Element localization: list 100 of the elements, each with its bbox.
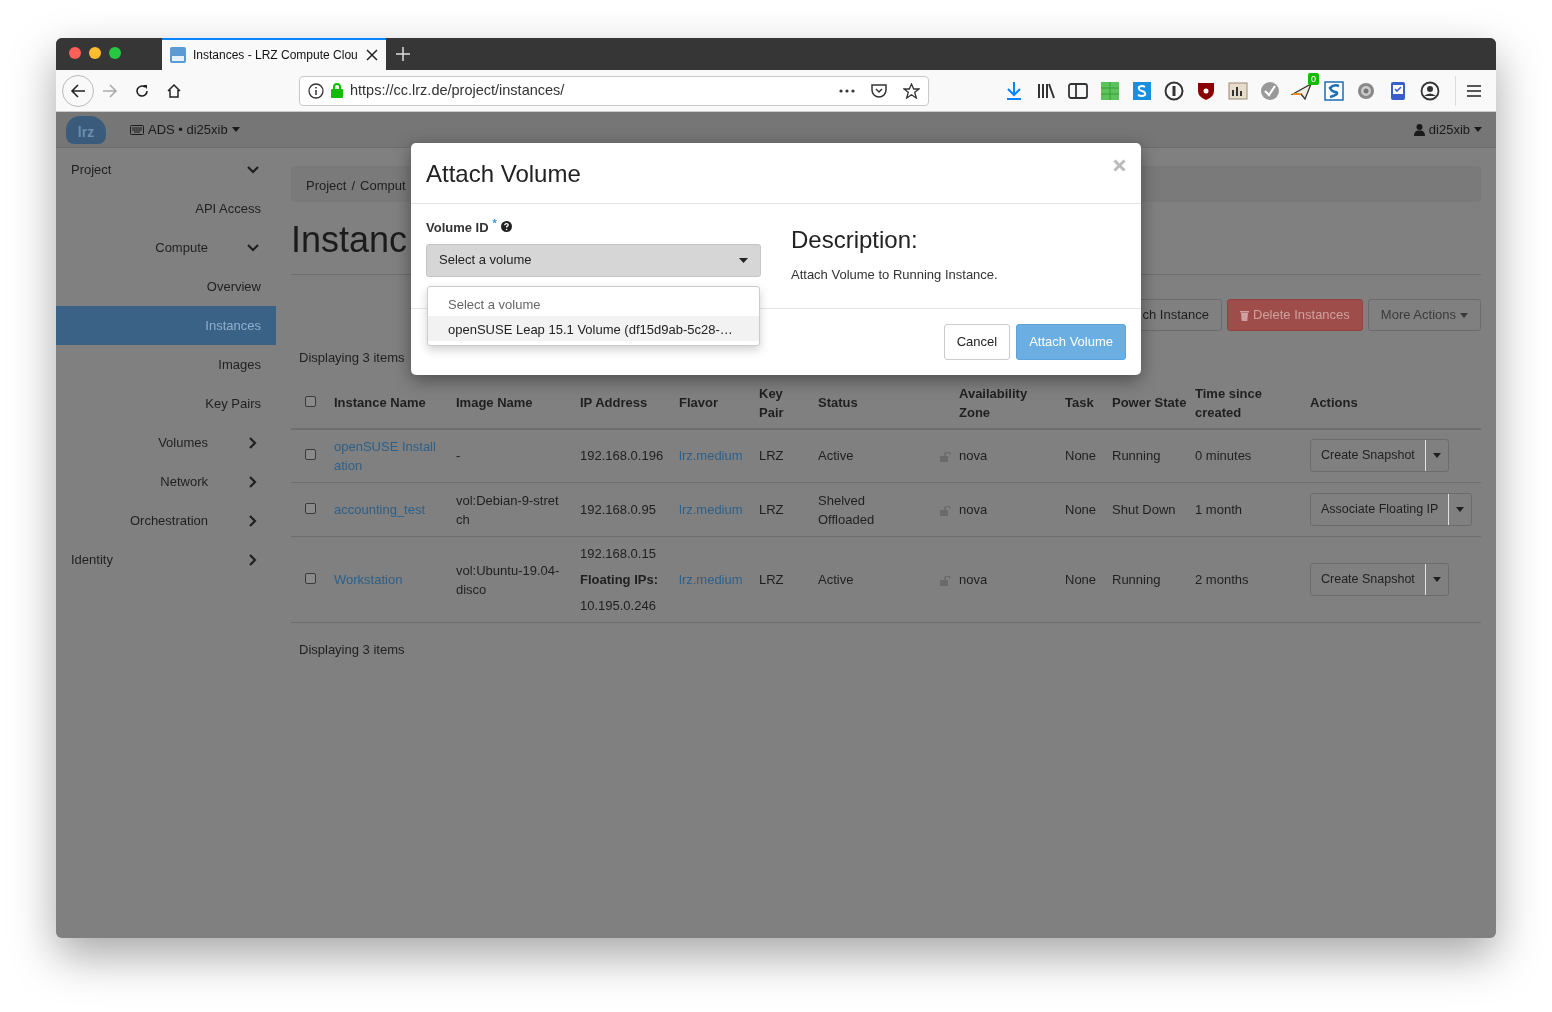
- modal-title: Attach Volume: [426, 159, 581, 189]
- column-header[interactable]: Flavor: [679, 393, 751, 412]
- sidebar-item[interactable]: Key Pairs: [205, 393, 261, 414]
- info-icon[interactable]: [308, 82, 324, 99]
- column-header[interactable]: IP Address: [580, 393, 671, 412]
- account-icon[interactable]: [1419, 79, 1441, 102]
- column-header[interactable]: Power State: [1112, 393, 1187, 412]
- table-cell-text: -: [456, 447, 462, 466]
- tab-title: Instances - LRZ Compute Clou: [193, 47, 358, 64]
- sidebar-item[interactable]: Identity: [71, 549, 113, 570]
- star-icon[interactable]: [903, 82, 920, 99]
- checkbox[interactable]: [305, 573, 316, 584]
- field-label: Volume ID: [426, 219, 489, 237]
- table-cell: nova: [959, 448, 988, 464]
- sidebar-item[interactable]: Compute: [155, 237, 208, 258]
- item-count: Displaying 3 items: [299, 641, 405, 659]
- column-header[interactable]: Time since created: [1195, 383, 1302, 422]
- window-control-icon[interactable]: [89, 47, 101, 59]
- trash-icon: [1240, 309, 1249, 321]
- pocket-icon[interactable]: [871, 82, 887, 99]
- more-icon[interactable]: [839, 88, 855, 93]
- key-circle-icon[interactable]: [1163, 79, 1185, 102]
- caret-icon: [1474, 127, 1482, 132]
- user-menu[interactable]: di25xib: [1413, 119, 1482, 140]
- table-cell: None: [1065, 502, 1097, 517]
- table-cell: None: [1065, 448, 1097, 464]
- table-cell: LRZ: [759, 572, 784, 587]
- chevron-right-icon[interactable]: [249, 514, 257, 527]
- table-cell-text: vol:Debian-9-stret ch: [456, 491, 560, 529]
- reload-icon[interactable]: [134, 82, 150, 99]
- close-icon[interactable]: [366, 49, 378, 61]
- checkbox[interactable]: [305, 396, 316, 407]
- dropdown-option[interactable]: openSUSE Leap 15.1 Volume (df15d9ab-5c28-…: [428, 316, 759, 341]
- caret-icon: [1456, 507, 1465, 512]
- chevron-right-icon[interactable]: [249, 436, 257, 449]
- sidebar-item[interactable]: Network: [160, 471, 208, 492]
- table-cell-text: 10.195.0.246: [580, 596, 657, 615]
- caret-icon: [1460, 312, 1468, 318]
- chart-icon[interactable]: [1227, 79, 1249, 102]
- sidebar-item[interactable]: API Access: [195, 198, 261, 219]
- chevron-right-icon[interactable]: [249, 475, 257, 488]
- sidebar-item[interactable]: Instances: [205, 315, 261, 336]
- check-circle-icon[interactable]: [1259, 79, 1281, 102]
- volume-select[interactable]: Select a volume: [426, 243, 761, 277]
- more-actions-button[interactable]: More Actions: [1367, 299, 1481, 331]
- column-header[interactable]: Availability Zone: [959, 383, 1057, 422]
- attach-button[interactable]: Attach Volume: [1016, 324, 1126, 360]
- sidebar-item[interactable]: Orchestration: [129, 510, 208, 531]
- checkbox[interactable]: [305, 449, 316, 461]
- table-cell: 192.168.0.196: [580, 448, 664, 464]
- home-icon[interactable]: [166, 82, 182, 99]
- sidebar-item[interactable]: Project: [71, 159, 112, 180]
- s-logo-icon[interactable]: [1131, 79, 1153, 102]
- new-tab-icon[interactable]: [396, 47, 410, 61]
- sidebar-item[interactable]: Volumes: [158, 432, 208, 453]
- breadcrumb-link[interactable]: Project: [306, 176, 347, 192]
- table-cell: Running: [1112, 448, 1161, 464]
- grid-icon[interactable]: [1099, 79, 1121, 102]
- column-header[interactable]: Task: [1065, 393, 1104, 412]
- table-cell-text: Active: [818, 447, 855, 466]
- table-cell: 0 minutes: [1195, 448, 1252, 464]
- table-cell-text: 192.168.0.15: [580, 544, 657, 563]
- table-cell: nova: [959, 502, 988, 517]
- chevron-down-icon[interactable]: [247, 165, 259, 174]
- back-arrow-icon[interactable]: [70, 82, 86, 99]
- column-header[interactable]: Key Pair: [759, 383, 810, 422]
- table-cell-text: Floating IPs:: [580, 570, 659, 589]
- table-cell: LRZ: [759, 448, 784, 464]
- menu-icon[interactable]: [1466, 83, 1482, 98]
- sidebar-item[interactable]: Overview: [206, 276, 261, 297]
- checkbox[interactable]: [305, 503, 316, 514]
- lock-icon: [331, 83, 343, 98]
- cancel-button[interactable]: Cancel: [943, 324, 1011, 360]
- column-header[interactable]: Instance Name: [334, 393, 448, 412]
- chevron-right-icon[interactable]: [249, 553, 257, 566]
- window-control-icon[interactable]: [69, 47, 81, 59]
- project-switcher[interactable]: ADS • di25xib: [130, 119, 240, 140]
- caret-icon: [1432, 577, 1441, 582]
- table-cell: Shut Down: [1112, 502, 1176, 517]
- window-control-icon[interactable]: [109, 47, 121, 59]
- keyboard-icon: [130, 124, 144, 135]
- user-icon: [1413, 123, 1425, 136]
- column-header[interactable]: Image Name: [456, 393, 572, 412]
- s-square-icon[interactable]: [1323, 79, 1345, 102]
- column-header[interactable]: Status: [818, 393, 921, 412]
- browser-tab[interactable]: Instances - LRZ Compute Clou: [162, 38, 386, 70]
- table-cell: 1 month: [1195, 502, 1242, 517]
- description-heading: Description:: [791, 226, 919, 255]
- breadcrumb-link[interactable]: Comput: [360, 176, 406, 192]
- favicon-icon: [170, 47, 186, 63]
- table-cell: LRZ: [759, 502, 784, 517]
- table-cell: Running: [1112, 572, 1161, 587]
- table-cell: 192.168.0.95: [580, 502, 656, 517]
- help-icon[interactable]: [500, 221, 512, 232]
- delete-button[interactable]: Delete Instances: [1227, 299, 1363, 331]
- sidebar-item[interactable]: Images: [218, 354, 261, 375]
- notification-badge: 0: [1308, 72, 1319, 85]
- address-bar[interactable]: https://cc.lrz.de/project/instances/: [299, 75, 929, 106]
- chevron-down-icon[interactable]: [247, 243, 259, 252]
- column-header[interactable]: Actions: [1310, 393, 1477, 412]
